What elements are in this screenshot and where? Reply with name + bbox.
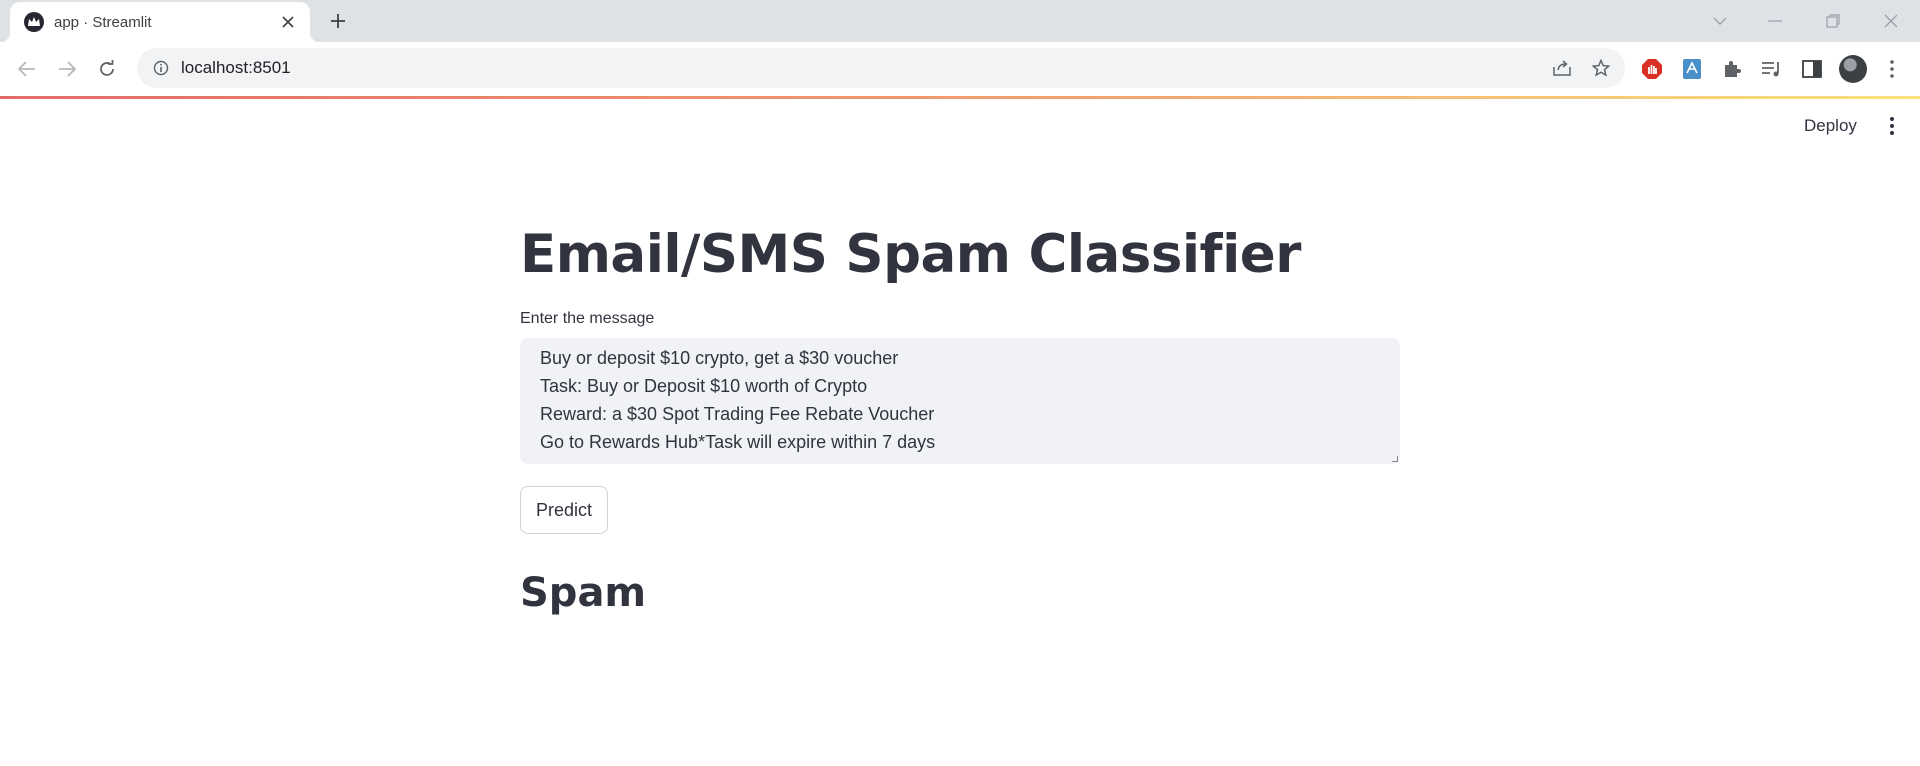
arrow-right-icon[interactable] (53, 55, 81, 83)
translate-icon[interactable] (1678, 55, 1706, 83)
close-icon[interactable] (278, 12, 298, 32)
adblock-icon[interactable] (1638, 55, 1666, 83)
page-title: Email/SMS Spam Classifier (520, 224, 1301, 285)
message-line: Task: Buy or Deposit $10 worth of Crypto (540, 376, 868, 396)
side-panel-icon[interactable] (1798, 55, 1826, 83)
window-close-icon[interactable] (1876, 6, 1906, 36)
restore-icon[interactable] (1818, 6, 1848, 36)
kebab-icon[interactable] (1878, 55, 1906, 83)
plus-icon[interactable] (326, 9, 350, 33)
message-line: Go to Rewards Hub*Task will expire withi… (540, 432, 936, 452)
browser-toolbar: localhost:8501 (0, 42, 1920, 96)
message-line: Buy or deposit $10 crypto, get a $30 vou… (540, 348, 899, 368)
url-text: localhost:8501 (181, 58, 291, 77)
app-header: Deploy (0, 99, 1920, 155)
resize-handle-icon[interactable] (1392, 456, 1398, 462)
main-menu-icon[interactable] (1882, 114, 1902, 138)
avatar[interactable] (1839, 55, 1867, 83)
message-input-label: Enter the message (520, 310, 655, 327)
address-bar[interactable]: localhost:8501 (137, 48, 1625, 88)
message-line: Reward: a $30 Spot Trading Fee Rebate Vo… (540, 404, 935, 424)
arrow-left-icon[interactable] (13, 55, 41, 83)
tab-title: app · Streamlit (54, 13, 152, 31)
share-icon[interactable] (1550, 56, 1574, 80)
prediction-result: Spam (520, 570, 647, 616)
deploy-button[interactable]: Deploy (1796, 114, 1865, 138)
predict-button[interactable]: Predict (520, 486, 609, 534)
info-icon[interactable] (149, 56, 173, 80)
streamlit-crown-icon (24, 12, 44, 32)
browser-tabstrip: app · Streamlit (0, 0, 1920, 42)
main-content: Email/SMS Spam Classifier Enter the mess… (520, 220, 1400, 616)
media-queue-icon[interactable] (1758, 55, 1786, 83)
browser-tab[interactable]: app · Streamlit (0, 2, 320, 42)
message-textarea[interactable]: Buy or deposit $10 crypto, get a $30 vou… (520, 338, 1400, 464)
reload-icon[interactable] (93, 55, 121, 83)
puzzle-icon[interactable] (1718, 55, 1746, 83)
minimize-icon[interactable] (1760, 6, 1790, 36)
star-icon[interactable] (1589, 56, 1613, 80)
tab-search-icon[interactable] (1705, 6, 1735, 36)
